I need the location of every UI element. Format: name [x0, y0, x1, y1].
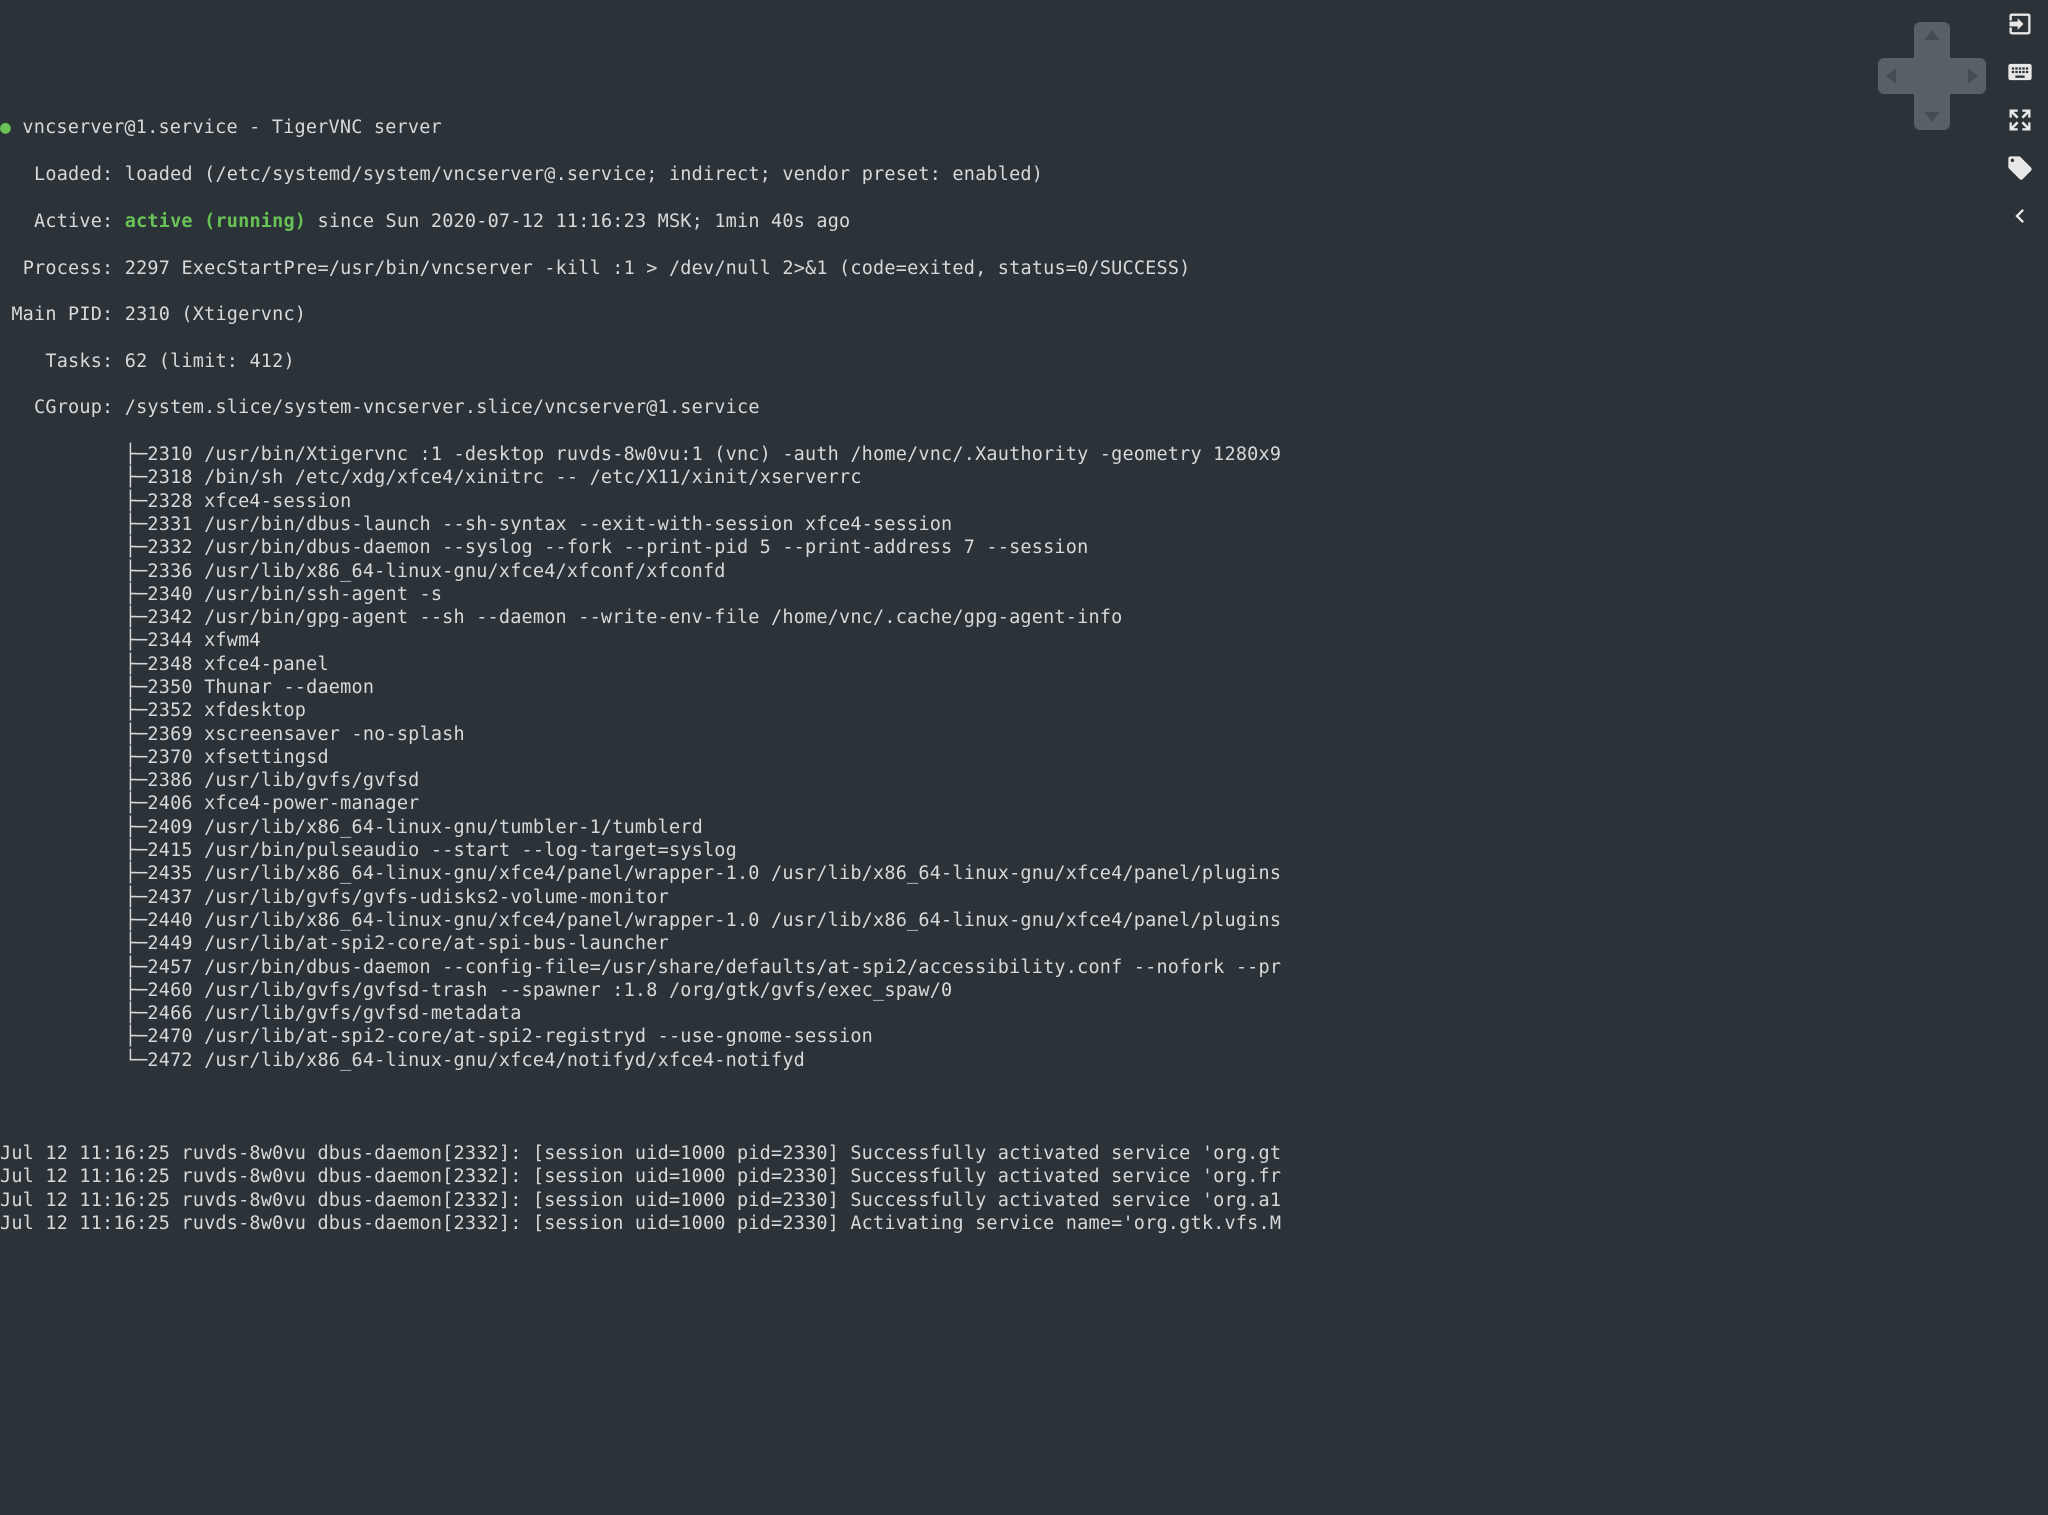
cgroup-process-line: ├─2435 /usr/lib/x86_64-linux-gnu/xfce4/p… — [0, 862, 2048, 885]
chevron-left-icon — [2006, 202, 2034, 230]
status-active-line: Active: active (running) since Sun 2020-… — [0, 210, 2048, 233]
fullscreen-button[interactable] — [1992, 96, 2048, 144]
cgroup-process-line: ├─2331 /usr/bin/dbus-launch --sh-syntax … — [0, 513, 2048, 536]
active-since: since Sun 2020-07-12 11:16:23 MSK; 1min … — [306, 211, 850, 232]
terminal-output: ● vncserver@1.service - TigerVNC server … — [0, 93, 2048, 1258]
keyboard-icon — [2006, 58, 2034, 86]
dpad-up-icon[interactable] — [1924, 30, 1940, 40]
cgroup-process-line: ├─2409 /usr/lib/x86_64-linux-gnu/tumbler… — [0, 816, 2048, 839]
blank-line — [0, 1095, 2048, 1118]
cgroup-process-line: ├─2449 /usr/lib/at-spi2-core/at-spi-bus-… — [0, 932, 2048, 955]
cgroup-process-line: ├─2386 /usr/lib/gvfs/gvfsd — [0, 769, 2048, 792]
status-dot-icon: ● — [0, 117, 11, 138]
status-process-line: Process: 2297 ExecStartPre=/usr/bin/vncs… — [0, 257, 2048, 280]
cgroup-process-line: ├─2332 /usr/bin/dbus-daemon --syslog --f… — [0, 536, 2048, 559]
mainpid-label: Main PID: — [11, 304, 113, 325]
status-tasks-line: Tasks: 62 (limit: 412) — [0, 350, 2048, 373]
back-button[interactable] — [1992, 192, 2048, 240]
status-cgroup-line: CGroup: /system.slice/system-vncserver.s… — [0, 396, 2048, 419]
unit-name: vncserver@1.service — [22, 117, 237, 138]
journal-log: Jul 12 11:16:25 ruvds-8w0vu dbus-daemon[… — [0, 1142, 2048, 1235]
tasks-value: 62 (limit: 412) — [125, 351, 295, 372]
cgroup-process-line: ├─2310 /usr/bin/Xtigervnc :1 -desktop ru… — [0, 443, 2048, 466]
journal-line: Jul 12 11:16:25 ruvds-8w0vu dbus-daemon[… — [0, 1165, 2048, 1188]
keyboard-button[interactable] — [1992, 48, 2048, 96]
active-state: active (running) — [125, 211, 306, 232]
tag-icon — [2006, 154, 2034, 182]
cgroup-process-line: ├─2369 xscreensaver -no-splash — [0, 723, 2048, 746]
cgroup-label: CGroup: — [34, 397, 113, 418]
exit-button[interactable] — [1992, 0, 2048, 48]
exit-icon — [2006, 10, 2034, 38]
fullscreen-icon — [2006, 106, 2034, 134]
cgroup-process-line: ├─2415 /usr/bin/pulseaudio --start --log… — [0, 839, 2048, 862]
tag-button[interactable] — [1992, 144, 2048, 192]
cgroup-process-line: ├─2348 xfce4-panel — [0, 653, 2048, 676]
loaded-label: Loaded: — [34, 164, 113, 185]
unit-desc: TigerVNC server — [272, 117, 442, 138]
cgroup-process-line: ├─2437 /usr/lib/gvfs/gvfs-udisks2-volume… — [0, 886, 2048, 909]
cgroup-process-line: ├─2370 xfsettingsd — [0, 746, 2048, 769]
journal-line: Jul 12 11:16:25 ruvds-8w0vu dbus-daemon[… — [0, 1142, 2048, 1165]
dpad-left-icon[interactable] — [1886, 68, 1896, 84]
active-label: Active: — [34, 211, 113, 232]
cgroup-process-line: ├─2440 /usr/lib/x86_64-linux-gnu/xfce4/p… — [0, 909, 2048, 932]
cgroup-process-line: ├─2344 xfwm4 — [0, 629, 2048, 652]
process-value: 2297 ExecStartPre=/usr/bin/vncserver -ki… — [125, 258, 1191, 279]
dpad-down-icon[interactable] — [1924, 112, 1940, 122]
dpad-right-icon[interactable] — [1968, 68, 1978, 84]
cgroup-process-line: ├─2350 Thunar --daemon — [0, 676, 2048, 699]
cgroup-process-line: ├─2336 /usr/lib/x86_64-linux-gnu/xfce4/x… — [0, 560, 2048, 583]
cgroup-process-line: ├─2457 /usr/bin/dbus-daemon --config-fil… — [0, 956, 2048, 979]
cgroup-process-line: ├─2466 /usr/lib/gvfs/gvfsd-metadata — [0, 1002, 2048, 1025]
cgroup-process-line: ├─2340 /usr/bin/ssh-agent -s — [0, 583, 2048, 606]
cgroup-process-line: ├─2460 /usr/lib/gvfs/gvfsd-trash --spawn… — [0, 979, 2048, 1002]
tasks-label: Tasks: — [45, 351, 113, 372]
cgroup-tree: ├─2310 /usr/bin/Xtigervnc :1 -desktop ru… — [0, 443, 2048, 1072]
cgroup-process-line: ├─2328 xfce4-session — [0, 490, 2048, 513]
cgroup-process-line: ├─2318 /bin/sh /etc/xdg/xfce4/xinitrc --… — [0, 466, 2048, 489]
navigation-dpad[interactable] — [1878, 22, 1986, 130]
loaded-value: loaded (/etc/systemd/system/vncserver@.s… — [125, 164, 1043, 185]
cgroup-process-line: ├─2342 /usr/bin/gpg-agent --sh --daemon … — [0, 606, 2048, 629]
journal-line: Jul 12 11:16:25 ruvds-8w0vu dbus-daemon[… — [0, 1189, 2048, 1212]
status-loaded-line: Loaded: loaded (/etc/systemd/system/vncs… — [0, 163, 2048, 186]
cgroup-process-line: ├─2470 /usr/lib/at-spi2-core/at-spi2-reg… — [0, 1025, 2048, 1048]
cgroup-process-line: ├─2406 xfce4-power-manager — [0, 792, 2048, 815]
journal-line: Jul 12 11:16:25 ruvds-8w0vu dbus-daemon[… — [0, 1212, 2048, 1235]
process-label: Process: — [23, 258, 114, 279]
cgroup-process-line: └─2472 /usr/lib/x86_64-linux-gnu/xfce4/n… — [0, 1049, 2048, 1072]
mainpid-value: 2310 (Xtigervnc) — [125, 304, 306, 325]
cgroup-path: /system.slice/system-vncserver.slice/vnc… — [125, 397, 760, 418]
status-mainpid-line: Main PID: 2310 (Xtigervnc) — [0, 303, 2048, 326]
status-unit-line: ● vncserver@1.service - TigerVNC server — [0, 116, 2048, 140]
side-toolbar — [1992, 0, 2048, 240]
cgroup-process-line: ├─2352 xfdesktop — [0, 699, 2048, 722]
